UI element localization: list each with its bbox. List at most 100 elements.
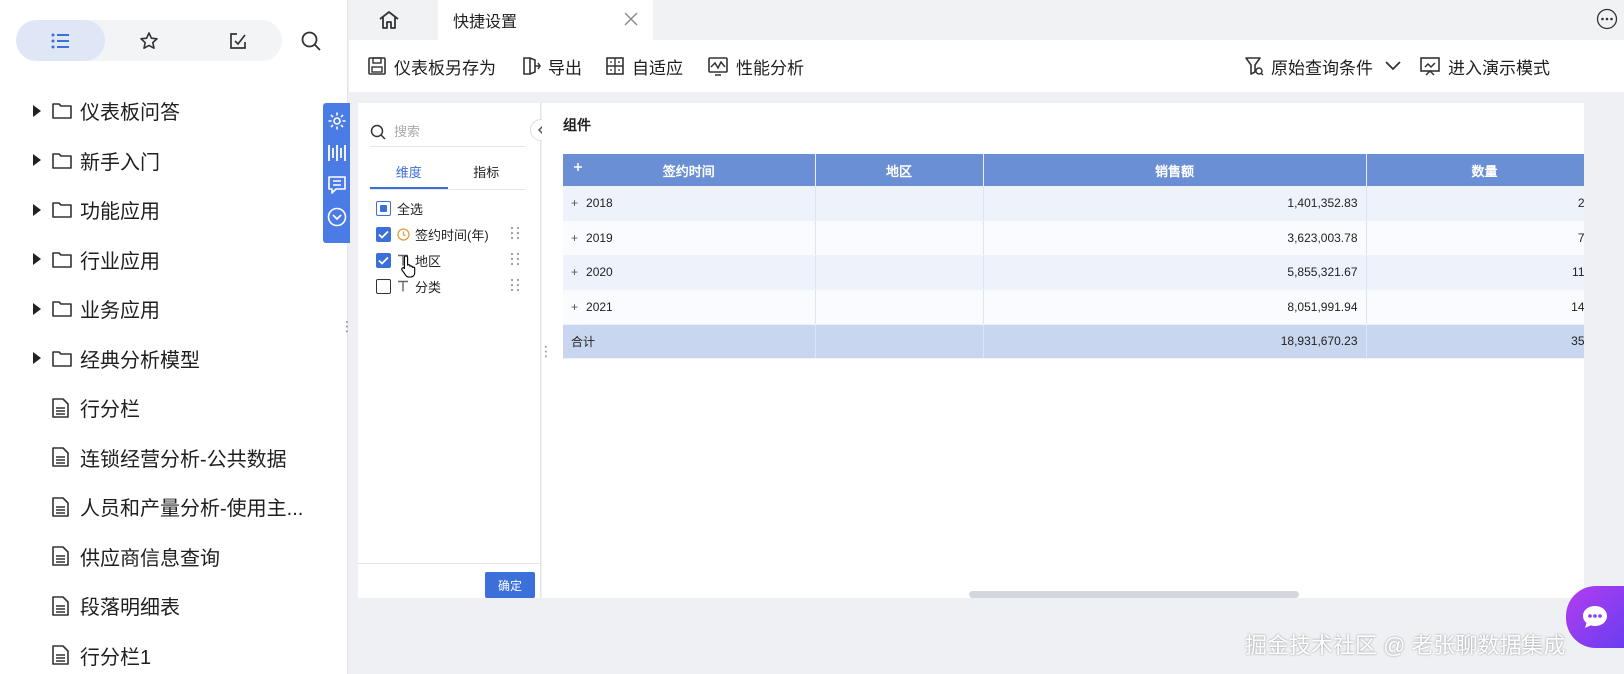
sidebar-tabs xyxy=(16,20,282,61)
tab-dimension[interactable]: 维度 xyxy=(370,159,448,189)
performance-button[interactable]: 性能分析 xyxy=(707,40,804,92)
select-all-row[interactable]: 全选 xyxy=(376,197,526,219)
expand-all-icon[interactable] xyxy=(573,162,583,172)
year-value: 2018 xyxy=(586,196,613,210)
save-as-label: 仪表板另存为 xyxy=(394,58,496,78)
tree-file-row-columns[interactable]: 行分栏 xyxy=(0,383,340,433)
sidebar-search-button[interactable] xyxy=(296,26,326,56)
export-button[interactable]: 导出 xyxy=(521,40,582,92)
save-as-button[interactable]: 仪表板另存为 xyxy=(367,40,496,92)
tab-favorites[interactable] xyxy=(105,20,194,61)
tab-quick-settings[interactable]: 快捷设置 xyxy=(438,0,653,40)
caret-right-icon[interactable] xyxy=(32,203,46,216)
tab-my-items[interactable] xyxy=(193,20,282,61)
tree-folder-business-apps[interactable]: 业务应用 xyxy=(0,284,340,334)
pivot-table: 签约时间 地区 销售额 数量 +2018 1,401,352.83 2,6 +2… xyxy=(563,154,1584,359)
tab-list[interactable] xyxy=(16,20,105,61)
drag-handle-icon[interactable] xyxy=(510,252,520,266)
tree-file-paragraph-detail[interactable]: 段落明细表 xyxy=(0,581,340,631)
settings-button[interactable] xyxy=(326,109,348,133)
table-cell xyxy=(815,255,984,290)
expand-row-icon[interactable]: + xyxy=(571,265,578,279)
expand-row-icon[interactable]: + xyxy=(571,196,578,210)
table-widget[interactable]: 组件 签约时间 地区 销售额 数量 +2018 1,401,352.83 2,6 xyxy=(542,103,1584,598)
column-header-label: 数量 xyxy=(1471,163,1498,179)
caret-right-icon[interactable] xyxy=(32,104,46,117)
table-row: +2018 1,401,352.83 2,6 xyxy=(563,186,1584,221)
table-row: +2021 8,051,991.94 14,5 xyxy=(563,289,1584,325)
adaptive-button[interactable]: 自适应 xyxy=(605,40,683,92)
chat-assistant-button[interactable] xyxy=(1566,586,1624,648)
column-header[interactable]: 销售额 xyxy=(983,154,1367,186)
home-icon xyxy=(378,10,400,30)
drag-handle-icon[interactable] xyxy=(510,226,520,240)
expand-button[interactable] xyxy=(326,205,348,229)
query-conditions-dropdown[interactable]: 原始查询条件 xyxy=(1244,40,1408,92)
more-options-button[interactable] xyxy=(1596,8,1618,30)
column-header[interactable]: 数量 xyxy=(1366,154,1584,186)
presentation-icon xyxy=(1419,56,1448,76)
close-icon[interactable] xyxy=(623,11,639,27)
performance-icon xyxy=(707,56,736,76)
document-icon xyxy=(52,397,80,418)
field-search xyxy=(370,117,525,147)
tree-folder-classic-models[interactable]: 经典分析模型 xyxy=(0,334,340,384)
tree-folder-dashboard-qa[interactable]: 仪表板问答 xyxy=(0,86,340,136)
table-cell: 11,0 xyxy=(1366,255,1584,290)
table-cell: +2021 xyxy=(563,289,816,325)
list-icon xyxy=(50,32,70,50)
column-header[interactable]: 签约时间 xyxy=(563,154,816,186)
chat-icon xyxy=(1580,603,1610,631)
field-row-category[interactable]: 分类 xyxy=(376,275,526,297)
caret-right-icon[interactable] xyxy=(32,253,46,266)
tab-metric[interactable]: 指标 xyxy=(448,159,526,189)
tree-file-supplier-query[interactable]: 供应商信息查询 xyxy=(0,532,340,582)
tree-item-label: 新手入门 xyxy=(80,151,160,174)
table-cell: +2020 xyxy=(563,255,816,290)
field-search-input[interactable] xyxy=(394,124,514,139)
widget-resize-handle[interactable]: ⋮ xyxy=(539,343,553,360)
tree-file-chain-analysis[interactable]: 连锁经营分析-公共数据 xyxy=(0,433,340,483)
expand-row-icon[interactable]: + xyxy=(571,231,578,245)
tree-item-label: 段落明细表 xyxy=(80,597,180,620)
comment-button[interactable] xyxy=(326,173,348,197)
sidebar: 仪表板问答 新手入门 功能应用 行业应用 业务应用 经典分析模型 行分栏 连锁经… xyxy=(0,0,354,674)
confirm-button[interactable]: 确定 xyxy=(485,572,535,598)
tree-item-label: 功能应用 xyxy=(80,201,160,224)
column-header-label: 地区 xyxy=(885,163,912,179)
home-tab[interactable] xyxy=(349,0,429,40)
grid-layout-icon xyxy=(605,56,632,76)
field-checkbox[interactable] xyxy=(376,226,391,242)
field-row-sign-year[interactable]: 签约时间(年) xyxy=(376,223,526,245)
field-checkbox[interactable] xyxy=(376,278,391,294)
table-cell: 8,051,991.94 xyxy=(983,289,1367,325)
field-row-region[interactable]: 地区 xyxy=(376,249,526,271)
table-cell: +2018 xyxy=(563,186,816,221)
tree-folder-getting-started[interactable]: 新手入门 xyxy=(0,136,340,186)
field-checkbox[interactable] xyxy=(376,252,391,268)
column-header[interactable]: 地区 xyxy=(815,154,984,186)
presentation-mode-button[interactable]: 进入演示模式 xyxy=(1419,40,1550,92)
tree-folder-industry-apps[interactable]: 行业应用 xyxy=(0,235,340,285)
expand-row-icon[interactable]: + xyxy=(571,300,578,314)
folder-icon xyxy=(52,102,80,120)
adaptive-label: 自适应 xyxy=(632,58,683,78)
drag-handle-icon[interactable] xyxy=(510,278,520,292)
tree-file-row-columns-1[interactable]: 行分栏1 xyxy=(0,631,340,674)
caret-right-icon[interactable] xyxy=(32,302,46,315)
table-cell xyxy=(815,324,984,359)
caret-right-icon[interactable] xyxy=(32,352,46,365)
caret-right-icon[interactable] xyxy=(32,154,46,167)
tree-file-staff-output[interactable]: 人员和产量分析-使用主... xyxy=(0,482,340,532)
table-cell: 3,623,003.78 xyxy=(983,220,1367,256)
folder-icon xyxy=(52,350,80,367)
tab-label: 快捷设置 xyxy=(453,14,518,31)
performance-label: 性能分析 xyxy=(736,58,804,78)
field-config-button[interactable] xyxy=(326,141,348,165)
horizontal-scrollbar[interactable] xyxy=(969,591,1299,598)
column-header-label: 销售额 xyxy=(1154,163,1194,179)
select-all-checkbox[interactable] xyxy=(376,200,391,216)
folder-icon xyxy=(52,251,80,268)
tree-folder-feature-apps[interactable]: 功能应用 xyxy=(0,185,340,235)
column-header-label: 签约时间 xyxy=(662,163,715,179)
